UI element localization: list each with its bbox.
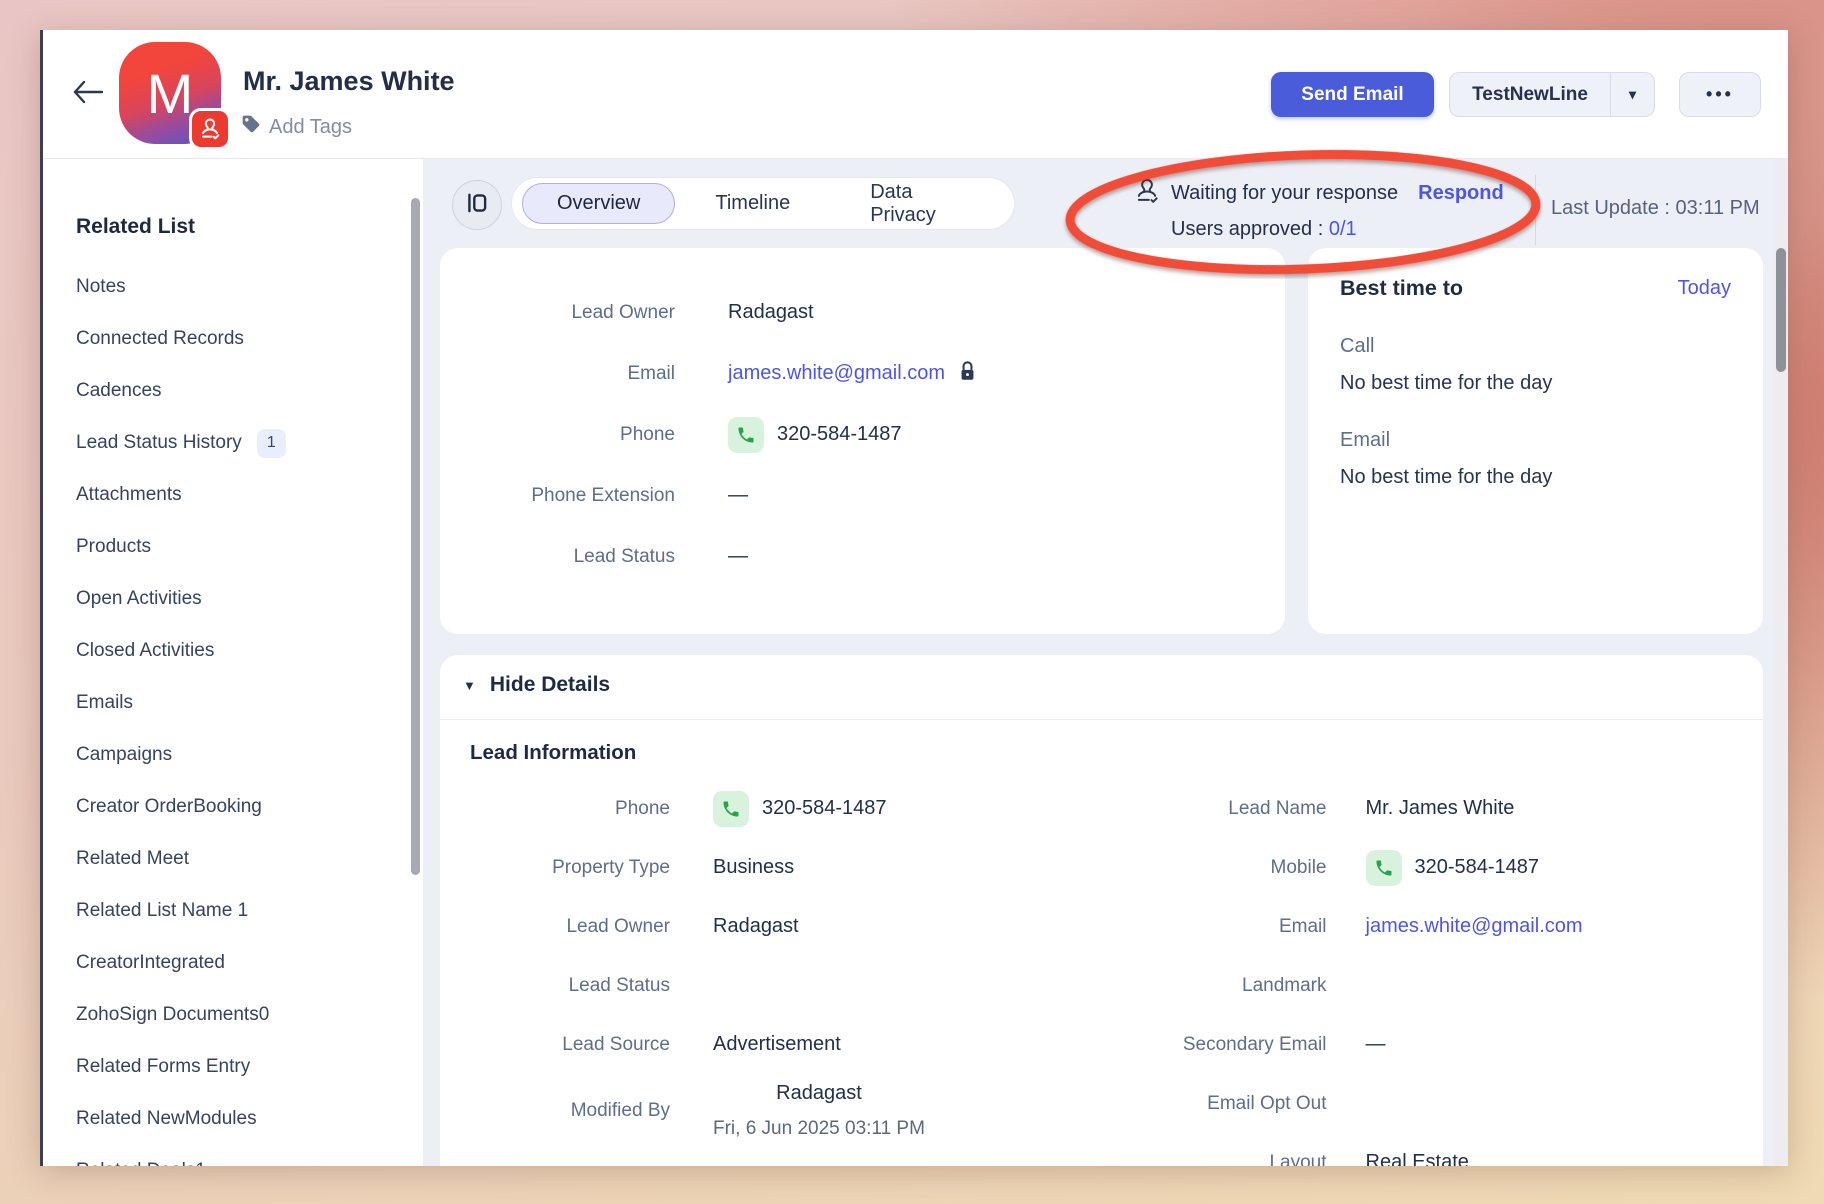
sidebar-item-creatorintegrated[interactable]: CreatorIntegrated — [76, 937, 393, 989]
send-email-button[interactable]: Send Email — [1271, 72, 1434, 117]
tag-icon — [241, 114, 261, 140]
zohosign-stamp-badge-icon — [189, 108, 231, 150]
email-link[interactable]: james.white@gmail.com — [1366, 915, 1583, 938]
avatar[interactable]: M — [119, 42, 231, 150]
sidebar-title: Related List — [76, 215, 196, 238]
field-lead-owner: Lead Owner Radagast — [571, 301, 814, 323]
field-lead-status: Lead Status — — [573, 545, 748, 567]
sidebar-item-campaigns[interactable]: Campaigns — [76, 729, 393, 781]
modified-date: Fri, 6 Jun 2025 03:11 PM — [713, 1118, 925, 1139]
field-lead-status: Lead Status — [568, 974, 670, 996]
best-email-label: Email — [1340, 429, 1391, 451]
more-actions-button[interactable]: ••• — [1679, 72, 1761, 117]
sidebar-item-related-meet[interactable]: Related Meet — [76, 833, 393, 885]
sidebar-item-related-forms-entry[interactable]: Related Forms Entry — [76, 1041, 393, 1093]
lead-information-grid: Phone 320-584-1487 Property Type Busines… — [440, 779, 1763, 1166]
hide-details-toggle[interactable]: ▼ Hide Details — [463, 673, 610, 697]
back-arrow-icon — [71, 78, 104, 111]
field-email: Email james.white@gmail.com — [440, 343, 1285, 404]
field-email: Email james.white@gmail.com — [1278, 915, 1583, 938]
users-approved-count[interactable]: 0/1 — [1329, 218, 1357, 240]
sidebar-item-open-activities[interactable]: Open Activities — [76, 573, 393, 625]
users-approved-label: Users approved : — [1171, 218, 1324, 240]
chevron-down-icon: ▾ — [1628, 86, 1637, 102]
caret-down-icon: ▼ — [463, 677, 476, 693]
avatar-letter: M — [146, 61, 194, 125]
main-content: Overview Timeline Data Privacy Waiting f… — [423, 149, 1788, 1166]
field-secondary-email: Secondary Email — — [1182, 1033, 1386, 1055]
field-lead-source: Lead Source Advertisement — [562, 1033, 841, 1055]
field-lead-name: Lead Name Mr. James White — [1228, 797, 1515, 819]
field-mobile: Mobile 320-584-1487 — [1102, 838, 1764, 897]
best-email-value: No best time for the day — [1340, 466, 1553, 488]
lead-information-title: Lead Information — [470, 741, 637, 764]
field-email-opt-out: Email Opt Out — [1207, 1092, 1327, 1114]
add-tags-label: Add Tags — [269, 115, 353, 138]
email-link[interactable]: james.white@gmail.com — [728, 362, 945, 385]
sidebar-item-creator-orderbooking[interactable]: Creator OrderBooking — [76, 781, 393, 833]
sidebar-list: Notes Connected Records Cadences Lead St… — [76, 261, 393, 1166]
details-panel: ▼ Hide Details Lead Information Phone 32… — [440, 655, 1763, 1166]
field-property-type: Property Type Business — [552, 856, 795, 878]
field-phone: Phone 320-584-1487 — [440, 404, 1285, 465]
record-header: M Mr. James White Add Tags Send Email Te… — [43, 30, 1788, 159]
field-layout: Layout Real Estate — [1269, 1151, 1469, 1166]
respond-link[interactable]: Respond — [1418, 182, 1504, 205]
field-phone-extension: Phone Extension — — [531, 484, 748, 506]
sidebar-item-cadences[interactable]: Cadences — [76, 365, 393, 417]
count-badge: 1 — [256, 428, 286, 458]
ellipsis-icon: ••• — [1706, 84, 1734, 104]
today-link[interactable]: Today — [1678, 277, 1731, 300]
sidebar-item-attachments[interactable]: Attachments — [76, 469, 393, 521]
approval-notice: Waiting for your response Respond Users … — [1133, 177, 1504, 241]
sidebar-item-emails[interactable]: Emails — [76, 677, 393, 729]
sidebar-item-connected-records[interactable]: Connected Records — [76, 313, 393, 365]
collapse-panel-button[interactable] — [452, 180, 502, 230]
sidebar-item-related-deals1[interactable]: Related Deals1 — [76, 1145, 393, 1166]
tab-timeline[interactable]: Timeline — [675, 183, 830, 224]
best-time-card: Best time to Today Call No best time for… — [1308, 248, 1763, 634]
phone-number[interactable]: 320-584-1487 — [777, 423, 902, 446]
related-list-sidebar: Related List Notes Connected Records Cad… — [43, 159, 423, 1166]
field-lead-owner: Lead Owner Radagast — [566, 915, 799, 937]
tab-bar: Overview Timeline Data Privacy — [511, 177, 1015, 230]
field-modified-by: Modified By Radagast Fri, 6 Jun 2025 03:… — [570, 1082, 925, 1139]
testnewline-button[interactable]: TestNewLine ▾ — [1449, 72, 1655, 117]
details-divider — [440, 719, 1763, 720]
page-title: Mr. James White — [243, 66, 455, 96]
sidebar-item-related-list-name-1[interactable]: Related List Name 1 — [76, 885, 393, 937]
phone-call-icon[interactable] — [713, 790, 749, 827]
app-window: M Mr. James White Add Tags Send Email Te… — [40, 30, 1788, 1166]
sidebar-item-closed-activities[interactable]: Closed Activities — [76, 625, 393, 677]
phone-number[interactable]: 320-584-1487 — [762, 797, 887, 820]
phone-call-icon[interactable] — [1365, 849, 1402, 886]
lock-icon — [958, 360, 977, 388]
sidebar-item-related-newmodules[interactable]: Related NewModules — [76, 1093, 393, 1145]
stamp-icon — [1133, 177, 1161, 210]
best-call-value: No best time for the day — [1340, 372, 1553, 394]
layout-toggle-icon — [464, 190, 490, 221]
tab-overview[interactable]: Overview — [522, 183, 676, 224]
sidebar-item-notes[interactable]: Notes — [76, 261, 393, 313]
sidebar-scrollbar[interactable] — [411, 198, 420, 875]
mobile-number[interactable]: 320-584-1487 — [1415, 856, 1540, 879]
main-scrollbar-thumb[interactable] — [1776, 248, 1786, 372]
toolbar-divider — [1535, 175, 1536, 245]
field-phone: Phone 320-584-1487 — [440, 779, 1102, 838]
last-update-text: Last Update : 03:11 PM — [1551, 197, 1760, 219]
best-call-label: Call — [1340, 335, 1375, 357]
testnewline-dropdown-button[interactable]: ▾ — [1610, 73, 1654, 116]
back-button[interactable] — [71, 78, 107, 110]
add-tags-button[interactable]: Add Tags — [241, 114, 352, 140]
waiting-text: Waiting for your response — [1171, 182, 1399, 204]
testnewline-label: TestNewLine — [1472, 83, 1588, 105]
phone-call-icon[interactable] — [728, 416, 764, 453]
sidebar-item-lead-status-history[interactable]: Lead Status History 1 — [76, 417, 393, 469]
field-landmark: Landmark — [1242, 974, 1327, 996]
overview-card: Lead Owner Radagast Email james.white@gm… — [440, 248, 1285, 634]
tab-data-privacy[interactable]: Data Privacy — [830, 181, 1004, 226]
sidebar-item-zohosign-documents0[interactable]: ZohoSign Documents0 — [76, 989, 393, 1041]
sidebar-item-products[interactable]: Products — [76, 521, 393, 573]
best-time-title: Best time to — [1340, 276, 1464, 300]
